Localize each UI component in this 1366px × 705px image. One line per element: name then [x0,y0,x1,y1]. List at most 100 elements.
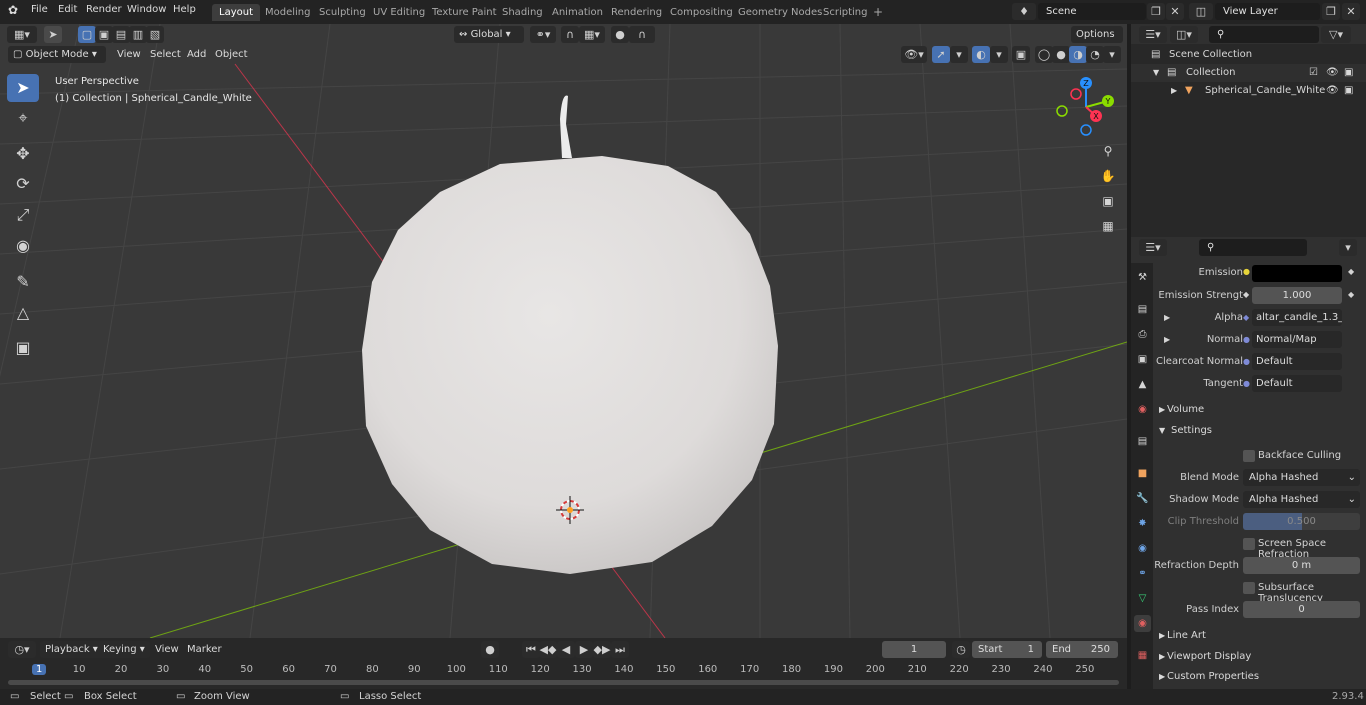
shading-wireframe-icon[interactable]: ◯ [1035,46,1053,63]
select-mode-intersect-icon[interactable]: ▧ [146,26,164,43]
tangent-field[interactable]: Default [1252,375,1342,392]
object-visibility-icon[interactable]: 👁 [1326,82,1339,100]
3d-viewport[interactable]: ▦▾ ➤ ▢ ▣ ▤ ▥ ▧ ↭ Global ▾ ⚭▾ ∩ ▦▾ ● ∩ Op… [0,24,1127,638]
visibility-selectability-icon[interactable]: 👁▾ [901,46,927,63]
output-tab-icon[interactable]: ⎙ [1134,326,1151,343]
timeline-scrollbar[interactable] [8,680,1119,685]
menu-file[interactable]: File [31,4,48,15]
pivot-point-icon[interactable]: ⚭▾ [530,26,556,43]
menu-window[interactable]: Window [127,4,166,15]
tab-texture-paint[interactable]: Texture Paint [425,4,504,21]
line-art-panel-header[interactable]: ▶ Line Art [1153,626,1366,646]
emission-color-field[interactable] [1252,265,1342,282]
material-tab-icon[interactable]: ◉ [1134,615,1151,632]
transform-tool-icon[interactable]: ◉ [7,232,39,260]
viewport-menu-add[interactable]: Add [182,46,211,63]
clearcoat-normal-field[interactable]: Default [1252,353,1342,370]
constraints-tab-icon[interactable]: ⚭ [1134,565,1151,582]
zoom-view-icon[interactable]: ⚲ [1097,140,1119,162]
tab-compositing[interactable]: Compositing [663,4,740,21]
alpha-link-field[interactable]: altar_candle_1.3_Re... [1252,309,1342,326]
proportional-edit-icon[interactable]: ● [611,26,629,43]
outliner-row-object[interactable]: ▶ ▼ Spherical_Candle_White 👁 ▣ [1131,82,1366,100]
subsurface-translucency-checkbox[interactable] [1243,582,1255,594]
shading-material-icon[interactable]: ◑ [1069,46,1087,63]
menu-edit[interactable]: Edit [58,4,77,15]
transform-orientation-dropdown[interactable]: ↭ Global ▾ [454,26,524,43]
data-tab-icon[interactable]: ▽ [1134,590,1151,607]
properties-editor-type-icon[interactable]: ☰▾ [1139,239,1167,256]
tab-geometry-nodes[interactable]: Geometry Nodes [731,4,829,21]
scene-name-field[interactable]: Scene [1038,3,1146,20]
shadow-mode-dropdown[interactable]: Alpha Hashed ⌄ [1243,491,1360,508]
render-tab-icon[interactable]: ▤ [1134,301,1151,318]
add-workspace-icon[interactable]: + [866,4,890,21]
tool-tab-icon[interactable]: ⚒ [1134,269,1151,286]
outliner-row-collection[interactable]: ▼ ▤ Collection ☑ 👁 ▣ [1131,64,1366,82]
select-mode-invert-icon[interactable]: ▥ [129,26,147,43]
shading-dropdown-icon[interactable]: ▾ [1103,46,1121,63]
blend-mode-dropdown[interactable]: Alpha Hashed ⌄ [1243,469,1360,486]
blender-logo-icon[interactable]: ✿ [8,3,18,17]
delete-view-layer-icon[interactable]: ✕ [1342,3,1360,20]
tab-uv-editing[interactable]: UV Editing [366,4,432,21]
volume-panel-header[interactable]: ▶ Volume [1153,400,1366,420]
perspective-toggle-icon[interactable]: ▦ [1097,215,1119,237]
screen-space-refraction-checkbox[interactable] [1243,538,1255,550]
annotate-tool-icon[interactable]: ✎ [7,268,39,296]
expand-collection-icon[interactable]: ▼ [1153,64,1159,82]
new-scene-icon[interactable]: ❐ [1147,3,1165,20]
camera-view-icon[interactable]: ▣ [1097,190,1119,212]
xray-toggle-icon[interactable]: ▣ [1012,46,1030,63]
gizmo-neg-z-handle[interactable] [1080,124,1092,136]
tab-rendering[interactable]: Rendering [604,4,669,21]
cursor-tool-icon[interactable]: ⌖ [7,104,39,132]
object-tab-icon[interactable]: ■ [1134,465,1151,482]
refraction-depth-field[interactable]: 0 m [1243,557,1360,574]
view-layer-selector-icon[interactable]: ◫ [1189,3,1213,20]
display-mode-icon[interactable]: ◫▾ [1170,26,1198,43]
emission-strength-field[interactable]: 1.000 [1252,287,1342,304]
snap-target-icon[interactable]: ▦▾ [579,26,605,43]
view-layer-field[interactable]: View Layer [1215,3,1320,20]
tab-sculpting[interactable]: Sculpting [312,4,373,21]
rotate-tool-icon[interactable]: ⟳ [7,170,39,198]
editor-type-icon[interactable]: ▦▾ [7,26,37,43]
overlays-dropdown-icon[interactable]: ▾ [990,46,1008,63]
physics-tab-icon[interactable]: ◉ [1134,540,1151,557]
scene-tab-icon[interactable]: ▲ [1134,376,1151,393]
expand-object-icon[interactable]: ▶ [1171,82,1177,100]
world-tab-icon[interactable]: ◉ [1134,401,1151,418]
pan-view-icon[interactable]: ✋ [1097,165,1119,187]
object-mode-dropdown[interactable]: ▢ Object Mode ▾ [8,46,106,63]
collection-tab-icon[interactable]: ▤ [1134,433,1151,450]
collection-exclude-checkbox[interactable]: ☑ [1309,64,1318,82]
outliner-editor-type-icon[interactable]: ☰▾ [1139,26,1167,43]
gizmo-neg-y-handle[interactable] [1056,105,1068,117]
collection-visibility-icon[interactable]: 👁 [1326,64,1339,82]
select-mode-new-icon[interactable]: ▢ [78,26,96,43]
show-overlays-icon[interactable]: ◐ [972,46,990,63]
navigation-gizmo[interactable]: Z Y X [1052,74,1120,142]
backface-culling-checkbox[interactable] [1243,450,1255,462]
measure-tool-icon[interactable]: △ [7,299,39,327]
outliner-row-scene-collection[interactable]: ▤ Scene Collection [1131,46,1366,64]
proportional-falloff-icon[interactable]: ∩ [629,26,655,43]
viewport-menu-view[interactable]: View [112,46,146,63]
viewport-menu-object[interactable]: Object [210,46,253,63]
menu-help[interactable]: Help [173,4,196,15]
pass-index-field[interactable]: 0 [1243,601,1360,618]
scale-tool-icon[interactable]: ⤢ [7,201,39,229]
delete-scene-icon[interactable]: ✕ [1166,3,1184,20]
particles-tab-icon[interactable]: ✸ [1134,515,1151,532]
show-gizmo-icon[interactable]: ➚ [932,46,950,63]
properties-search-input[interactable]: ⚲ [1199,239,1307,256]
outliner-search-input[interactable]: ⚲ [1209,26,1319,43]
select-box-tool-icon[interactable]: ➤ [7,74,39,102]
emission-keyframe-icon[interactable]: ◆ [1348,267,1354,276]
select-mode-subtract-icon[interactable]: ▤ [112,26,130,43]
move-tool-icon[interactable]: ✥ [7,140,39,168]
shading-rendered-icon[interactable]: ◔ [1086,46,1104,63]
gizmo-dropdown-icon[interactable]: ▾ [950,46,968,63]
settings-panel-header[interactable]: ▼ Settings [1153,421,1366,441]
